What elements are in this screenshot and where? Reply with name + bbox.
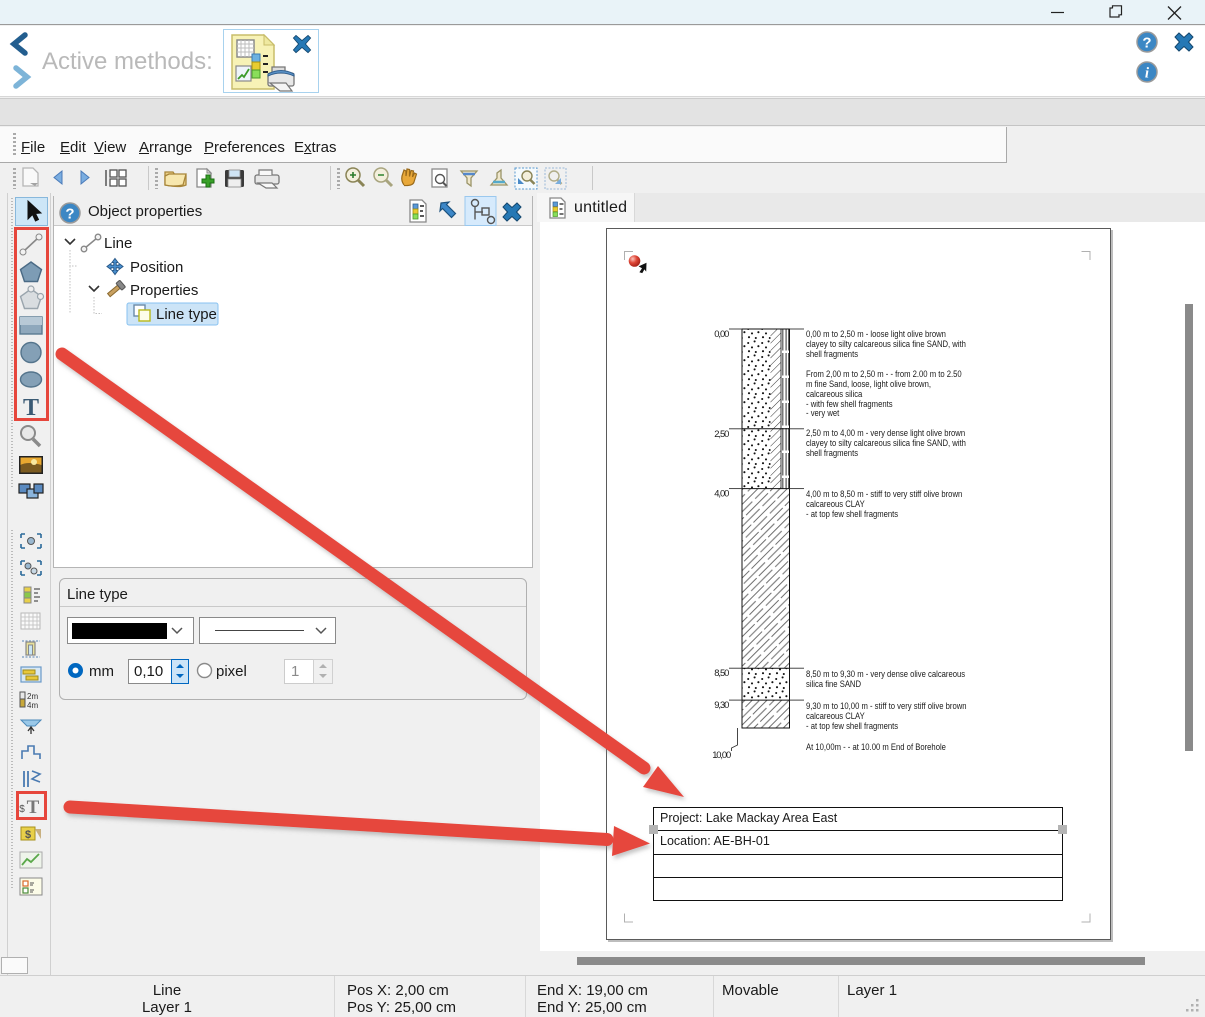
svg-text:9,30: 9,30: [714, 699, 729, 710]
svg-text:2m: 2m: [27, 692, 38, 701]
svg-text:4,00: 4,00: [714, 488, 729, 499]
svg-text:10,00: 10,00: [712, 749, 731, 760]
svg-text:?: ?: [1142, 35, 1151, 52]
svg-text:$: $: [19, 804, 25, 815]
svg-text:T: T: [23, 395, 39, 421]
svg-text:$: $: [25, 829, 31, 841]
svg-text:4m: 4m: [27, 701, 38, 710]
svg-text:T: T: [27, 797, 40, 818]
svg-text:8,50: 8,50: [714, 667, 729, 678]
svg-text:2,50: 2,50: [714, 428, 729, 439]
svg-text:?: ?: [65, 206, 74, 223]
svg-text:0,00: 0,00: [714, 328, 729, 339]
